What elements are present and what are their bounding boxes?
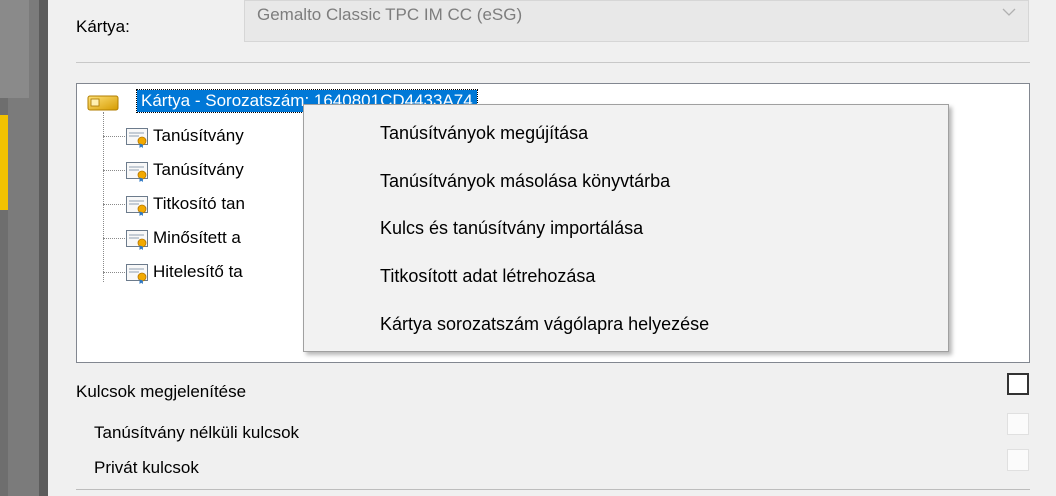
tree-branch-line — [103, 272, 125, 273]
menu-item-copy-serial-number[interactable]: Kártya sorozatszám vágólapra helyezése — [380, 314, 709, 335]
tree-node-label: Tanúsítvány — [153, 126, 244, 145]
private-keys-label: Privát kulcsok — [94, 458, 199, 477]
menu-item-import-key-certificate[interactable]: Kulcs és tanúsítvány importálása — [380, 218, 643, 239]
certificate-icon — [126, 128, 148, 148]
certificate-icon — [126, 162, 148, 182]
show-keys-checkbox[interactable] — [1007, 373, 1029, 395]
left-chrome-accent — [0, 115, 8, 210]
certificate-icon — [126, 264, 148, 284]
left-window-chrome — [0, 0, 48, 496]
keys-without-cert-checkbox[interactable] — [1007, 413, 1029, 435]
card-select[interactable]: Gemalto Classic TPC IM CC (eSG) — [244, 0, 1029, 42]
chevron-down-icon — [1002, 8, 1016, 16]
tree-branch-line — [103, 170, 125, 171]
menu-item-copy-certificates[interactable]: Tanúsítványok másolása könyvtárba — [380, 171, 670, 192]
context-menu: Tanúsítványok megújítása Tanúsítványok m… — [303, 104, 949, 352]
private-keys-checkbox[interactable] — [1007, 449, 1029, 471]
card-select-value: Gemalto Classic TPC IM CC (eSG) — [257, 5, 523, 24]
tree-connector — [103, 112, 104, 282]
menu-item-create-encrypted-data[interactable]: Titkosított adat létrehozása — [380, 266, 595, 287]
smart-card-chip-icon — [87, 95, 119, 111]
menu-item-renew-certificates[interactable]: Tanúsítványok megújítása — [380, 123, 588, 144]
bottom-separator — [76, 489, 1030, 490]
tree-node-label: Tanúsítvány — [153, 160, 244, 179]
left-chrome-upper — [0, 0, 29, 98]
tree-node-label: Minősített a — [153, 228, 241, 247]
keys-without-cert-label: Tanúsítvány nélküli kulcsok — [94, 423, 300, 442]
certificate-icon — [126, 230, 148, 250]
card-label: Kártya: — [76, 17, 130, 36]
tree-node-label: Hitelesítő ta — [153, 262, 243, 281]
separator — [76, 62, 1030, 63]
tree-branch-line — [103, 238, 125, 239]
certificate-icon — [126, 196, 148, 216]
tree-branch-line — [103, 136, 125, 137]
show-keys-label: Kulcsok megjelenítése — [76, 382, 247, 401]
tree-branch-line — [103, 204, 125, 205]
left-chrome-divider — [39, 0, 48, 496]
tree-node-label: Titkosító tan — [153, 194, 245, 213]
